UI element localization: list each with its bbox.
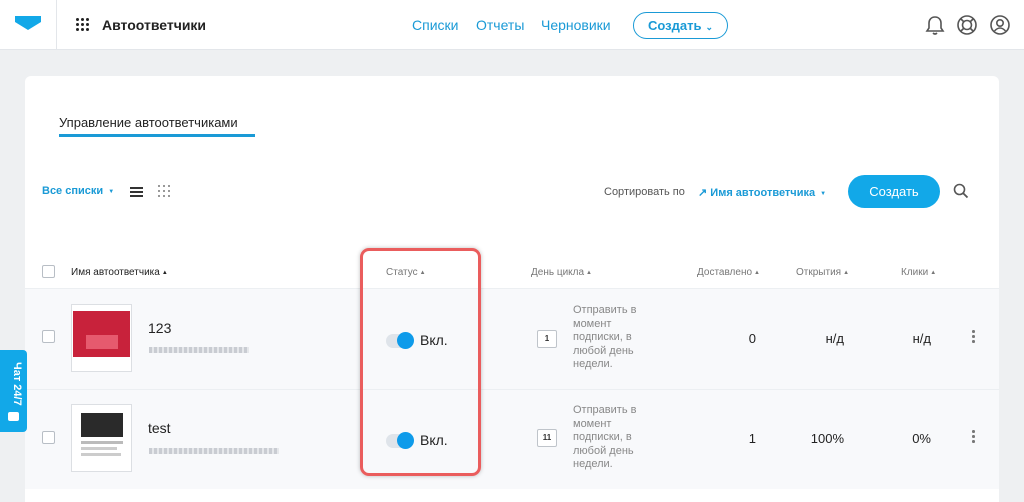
sort-arrow-icon: ↗ bbox=[698, 187, 708, 199]
cycle-description: Отправить в момент подписки, в любой ден… bbox=[573, 304, 663, 372]
autoresponder-name[interactable]: 123 bbox=[148, 320, 171, 336]
cycle-line: момент bbox=[573, 417, 612, 430]
user-profile-icon[interactable] bbox=[989, 14, 1011, 36]
tab-manage-autoresponders[interactable]: Управление автоответчиками bbox=[59, 115, 238, 130]
table-row[interactable] bbox=[25, 389, 999, 489]
more-options-icon[interactable] bbox=[971, 430, 975, 444]
column-header-cycle-day[interactable]: День цикла ▲ bbox=[531, 267, 592, 278]
calendar-day-icon: 1 bbox=[537, 330, 557, 348]
chat-bubble-icon bbox=[8, 412, 19, 421]
column-header-delivered[interactable]: Доставлено ▲ bbox=[697, 267, 760, 278]
sort-dropdown[interactable]: ↗ Имя автоответчика ▼ bbox=[698, 186, 826, 199]
column-header-opens-label: Открытия bbox=[796, 267, 842, 278]
cycle-line: подписки, в bbox=[573, 331, 632, 343]
cycle-line: недели. bbox=[573, 358, 613, 370]
create-dropdown-button[interactable]: Создать ⌄ bbox=[633, 12, 728, 39]
clicks-value: н/д bbox=[912, 331, 931, 346]
help-lifebuoy-icon[interactable] bbox=[956, 14, 978, 36]
cycle-line: любой день bbox=[573, 444, 634, 457]
opens-value: 100% bbox=[810, 431, 844, 446]
column-header-opens[interactable]: Открытия ▲ bbox=[796, 267, 849, 278]
row-checkbox[interactable] bbox=[42, 431, 55, 444]
cycle-line: Отправить в bbox=[573, 404, 637, 416]
thumbnail-preview-detail bbox=[81, 447, 117, 450]
tab-underline bbox=[59, 134, 255, 137]
column-header-name[interactable]: Имя автоответчика ▲ bbox=[71, 267, 168, 278]
email-thumbnail[interactable] bbox=[71, 404, 132, 472]
sort-caret-up-icon: ▲ bbox=[586, 270, 592, 276]
delivered-value: 1 bbox=[748, 431, 756, 446]
email-thumbnail[interactable] bbox=[71, 304, 132, 372]
delivered-value: 0 bbox=[748, 331, 756, 346]
blurred-subtitle bbox=[149, 448, 279, 454]
cycle-description: Отправить в момент подписки, в любой ден… bbox=[573, 404, 663, 472]
table-row[interactable] bbox=[25, 288, 999, 389]
chat-24-7-tab[interactable]: Чат 24/7 bbox=[0, 350, 27, 432]
column-header-delivered-label: Доставлено bbox=[697, 267, 753, 278]
list-filter-label: Все списки bbox=[42, 185, 104, 197]
blurred-subtitle bbox=[149, 347, 249, 353]
nav-lists[interactable]: Списки bbox=[412, 17, 458, 33]
list-view-icon[interactable] bbox=[130, 187, 143, 197]
cycle-line: подписки, в bbox=[573, 431, 632, 443]
more-options-icon[interactable] bbox=[971, 330, 975, 344]
clicks-value: 0% bbox=[912, 431, 931, 446]
row-checkbox[interactable] bbox=[42, 330, 55, 343]
logo[interactable] bbox=[0, 0, 57, 50]
cycle-line: Отправить в bbox=[573, 304, 637, 316]
column-header-cycle-day-label: День цикла bbox=[531, 267, 585, 278]
sort-caret-up-icon: ▲ bbox=[930, 270, 937, 276]
autoresponder-name[interactable]: test bbox=[148, 420, 171, 436]
nav-reports[interactable]: Отчеты bbox=[476, 17, 524, 33]
sort-caret-up-icon: ▲ bbox=[161, 270, 168, 276]
column-header-clicks-label: Клики bbox=[901, 267, 929, 278]
list-filter-dropdown[interactable]: Все списки ▼ bbox=[42, 185, 114, 197]
cycle-line: любой день bbox=[573, 344, 634, 357]
thumbnail-preview-detail bbox=[81, 441, 123, 444]
create-dropdown-label: Создать bbox=[647, 18, 702, 33]
column-header-name-label: Имя автоответчика bbox=[71, 267, 160, 278]
nav-drafts[interactable]: Черновики bbox=[541, 17, 611, 33]
cycle-line: момент bbox=[573, 317, 612, 330]
caret-down-icon: ▼ bbox=[108, 189, 115, 195]
column-header-clicks[interactable]: Клики ▲ bbox=[901, 267, 936, 278]
search-icon[interactable] bbox=[953, 183, 969, 199]
thumbnail-preview bbox=[73, 311, 130, 357]
bell-icon[interactable] bbox=[924, 14, 946, 36]
select-all-checkbox[interactable] bbox=[42, 265, 55, 278]
top-bar: Автоответчики Списки Отчеты Черновики Со… bbox=[0, 0, 1024, 50]
apps-grid-icon[interactable] bbox=[76, 18, 90, 32]
chevron-down-icon: ⌄ bbox=[705, 22, 713, 32]
sort-caret-up-icon: ▲ bbox=[754, 270, 760, 276]
sort-caret-up-icon: ▲ bbox=[843, 270, 850, 276]
grid-view-icon[interactable] bbox=[158, 185, 171, 198]
create-button[interactable]: Создать bbox=[848, 175, 940, 208]
chat-label: Чат 24/7 bbox=[11, 362, 23, 406]
sort-label: Сортировать по bbox=[604, 186, 685, 198]
status-highlight-box bbox=[360, 248, 481, 476]
envelope-logo-icon bbox=[15, 16, 41, 30]
cycle-line: недели. bbox=[573, 458, 613, 470]
sort-value-label: Имя автоответчика bbox=[710, 187, 816, 199]
thumbnail-preview-detail bbox=[86, 335, 118, 349]
app-title: Автоответчики bbox=[102, 17, 207, 33]
caret-down-icon: ▼ bbox=[820, 191, 827, 197]
calendar-day-icon: 11 bbox=[537, 429, 557, 447]
opens-value: н/д bbox=[825, 331, 844, 346]
thumbnail-preview bbox=[81, 413, 123, 437]
thumbnail-preview-detail bbox=[81, 453, 121, 456]
